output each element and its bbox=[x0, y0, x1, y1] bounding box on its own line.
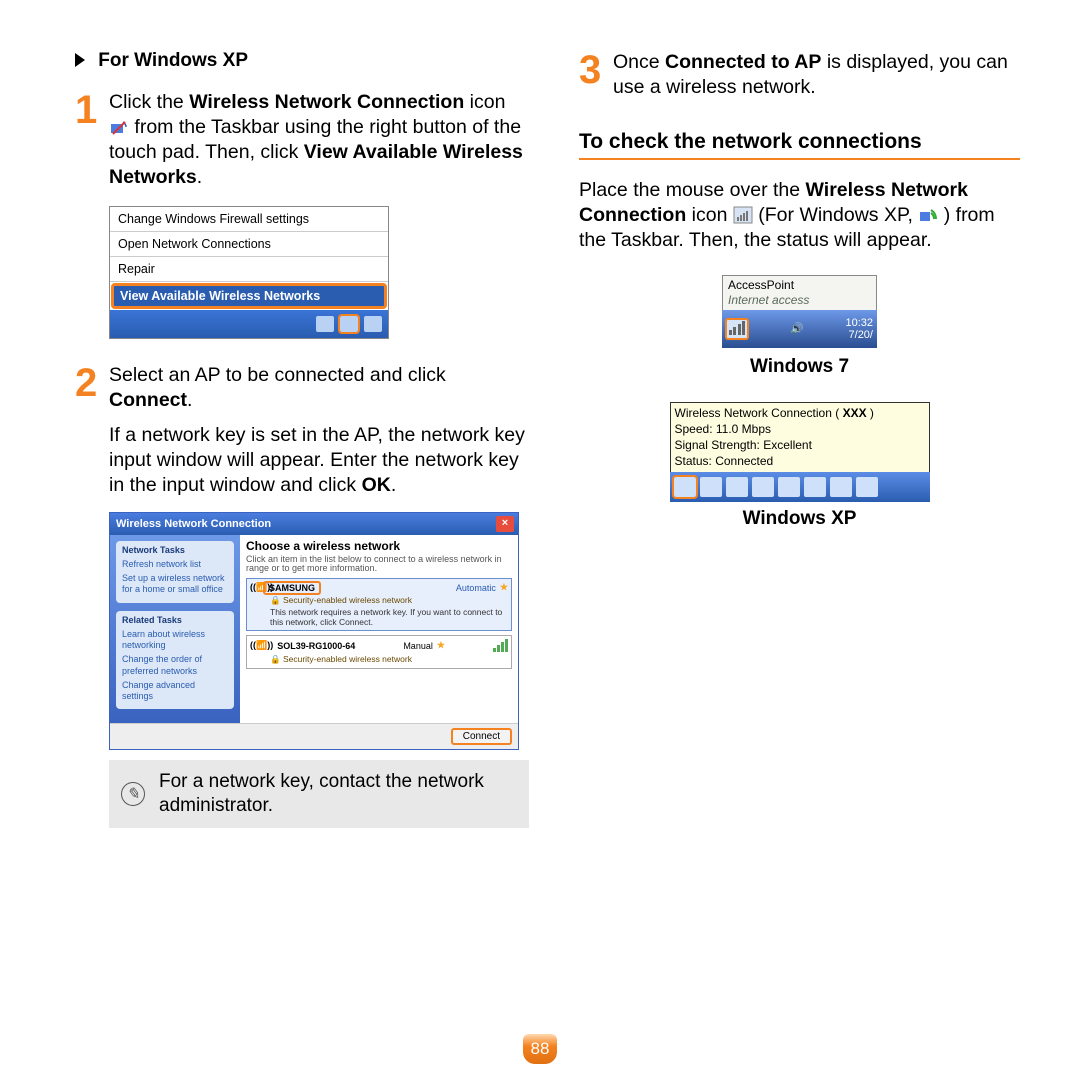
step-2-paragraph: If a network key is set in the AP, the n… bbox=[109, 423, 529, 498]
section-heading: For Windows XP bbox=[75, 50, 529, 72]
taskbar-strip: 🔊 10:32 7/20/ bbox=[722, 310, 877, 348]
figure-label: Windows XP bbox=[579, 508, 1020, 530]
check-paragraph: Place the mouse over the Wireless Networ… bbox=[579, 178, 1020, 253]
tray-icon bbox=[804, 477, 826, 497]
sidebar-link[interactable]: Refresh network list bbox=[122, 559, 228, 570]
arrow-right-icon bbox=[75, 53, 85, 67]
tooltip: AccessPoint Internet access bbox=[722, 275, 877, 311]
tray-icon bbox=[364, 316, 382, 332]
context-menu-figure: Change Windows Firewall settings Open Ne… bbox=[109, 206, 389, 339]
section-title: For Windows XP bbox=[98, 50, 248, 71]
tray-icon bbox=[752, 477, 774, 497]
connect-button[interactable]: Connect bbox=[451, 728, 512, 745]
step-2: 2 Select an AP to be connected and click… bbox=[75, 363, 529, 413]
wireless-xp-icon bbox=[918, 206, 938, 224]
clock: 10:32 7/20/ bbox=[845, 317, 873, 341]
star-icon: ★ bbox=[500, 582, 508, 593]
winxp-figure: Wireless Network Connection ( XXX ) Spee… bbox=[670, 402, 930, 502]
tray-icon bbox=[726, 477, 748, 497]
tray-icon bbox=[316, 316, 334, 332]
network-mode: Automatic bbox=[456, 583, 496, 593]
step-number: 2 bbox=[75, 363, 105, 413]
tooltip-line: Wireless Network Connection ( XXX ) bbox=[675, 405, 925, 421]
note-text: For a network key, contact the network a… bbox=[159, 770, 517, 818]
wireless-tray-icon[interactable] bbox=[725, 318, 749, 340]
taskbar-strip bbox=[110, 310, 388, 338]
main-heading: Choose a wireless network bbox=[246, 539, 512, 553]
main-subtext: Click an item in the list below to conne… bbox=[246, 555, 512, 575]
sidebar-heading: Related Tasks bbox=[122, 615, 228, 626]
network-desc: This network requires a network key. If … bbox=[270, 608, 508, 627]
star-icon: ★ bbox=[437, 640, 445, 651]
tooltip-line: Signal Strength: Excellent bbox=[675, 437, 925, 453]
note-icon: ✎ bbox=[121, 782, 145, 806]
network-name: SOL39-RG1000-64 bbox=[277, 641, 355, 651]
dialog-titlebar: Wireless Network Connection × bbox=[110, 513, 518, 535]
tooltip: Wireless Network Connection ( XXX ) Spee… bbox=[670, 402, 930, 473]
sidebar-link[interactable]: Learn about wireless networking bbox=[122, 629, 228, 652]
step-number: 1 bbox=[75, 90, 105, 190]
dialog-title: Wireless Network Connection bbox=[116, 518, 271, 530]
wireless-tray-icon[interactable] bbox=[674, 477, 696, 497]
wireless-win7-icon bbox=[733, 206, 753, 224]
signal-icon: ((📶)) bbox=[250, 640, 273, 651]
wireless-tray-icon[interactable] bbox=[340, 316, 358, 332]
wireless-dialog-figure: Wireless Network Connection × Network Ta… bbox=[109, 512, 519, 751]
network-item-selected[interactable]: ((📶)) SAMSUNG Automatic ★ 🔒 Security-ena… bbox=[246, 578, 512, 631]
right-column: 3 Once Connected to AP is displayed, you… bbox=[579, 50, 1020, 828]
dialog-footer: Connect bbox=[110, 723, 518, 749]
step-number: 3 bbox=[579, 50, 609, 100]
tooltip-line: AccessPoint bbox=[728, 278, 871, 293]
sidebar-link[interactable]: Change the order of preferred networks bbox=[122, 654, 228, 677]
menu-item[interactable]: Repair bbox=[110, 257, 388, 282]
tray-icon bbox=[700, 477, 722, 497]
dialog-main: Choose a wireless network Click an item … bbox=[240, 535, 518, 724]
win7-figure: AccessPoint Internet access 🔊 10:32 7/20… bbox=[722, 275, 877, 348]
network-name: SAMSUNG bbox=[263, 581, 321, 595]
close-icon[interactable]: × bbox=[496, 516, 514, 532]
network-mode: Manual bbox=[403, 641, 433, 651]
volume-icon[interactable]: 🔊 bbox=[790, 322, 804, 335]
tray-icon bbox=[856, 477, 878, 497]
menu-item-highlighted[interactable]: View Available Wireless Networks bbox=[111, 283, 387, 309]
note-box: ✎ For a network key, contact the network… bbox=[109, 760, 529, 828]
menu-item[interactable]: Open Network Connections bbox=[110, 232, 388, 257]
step-1: 1 Click the Wireless Network Connection … bbox=[75, 90, 529, 190]
tray-icon bbox=[778, 477, 800, 497]
dialog-sidebar: Network Tasks Refresh network list Set u… bbox=[110, 535, 240, 724]
lock-icon: 🔒 bbox=[270, 595, 281, 605]
tooltip-line: Internet access bbox=[728, 293, 871, 308]
step-body: Once Connected to AP is displayed, you c… bbox=[613, 50, 1020, 100]
sidebar-heading: Network Tasks bbox=[122, 545, 228, 556]
figure-label: Windows 7 bbox=[579, 356, 1020, 378]
wireless-xp-icon bbox=[109, 118, 129, 136]
taskbar-strip bbox=[670, 472, 930, 502]
tooltip-line: Status: Connected bbox=[675, 453, 925, 469]
menu-item[interactable]: Change Windows Firewall settings bbox=[110, 207, 388, 232]
signal-bars-icon bbox=[493, 639, 508, 652]
step-body: Click the Wireless Network Connection ic… bbox=[109, 90, 529, 190]
left-column: For Windows XP 1 Click the Wireless Netw… bbox=[75, 50, 529, 828]
network-item[interactable]: ((📶)) SOL39-RG1000-64 Manual ★ 🔒 Securit… bbox=[246, 635, 512, 669]
sidebar-link[interactable]: Change advanced settings bbox=[122, 680, 228, 703]
step-3: 3 Once Connected to AP is displayed, you… bbox=[579, 50, 1020, 100]
tray-icon bbox=[830, 477, 852, 497]
tooltip-line: Speed: 11.0 Mbps bbox=[675, 421, 925, 437]
subsection-heading: To check the network connections bbox=[579, 130, 1020, 160]
sidebar-link[interactable]: Set up a wireless network for a home or … bbox=[122, 573, 228, 596]
lock-icon: 🔒 bbox=[270, 654, 281, 664]
page-number: 88 bbox=[523, 1034, 557, 1064]
step-body: Select an AP to be connected and click C… bbox=[109, 363, 529, 413]
